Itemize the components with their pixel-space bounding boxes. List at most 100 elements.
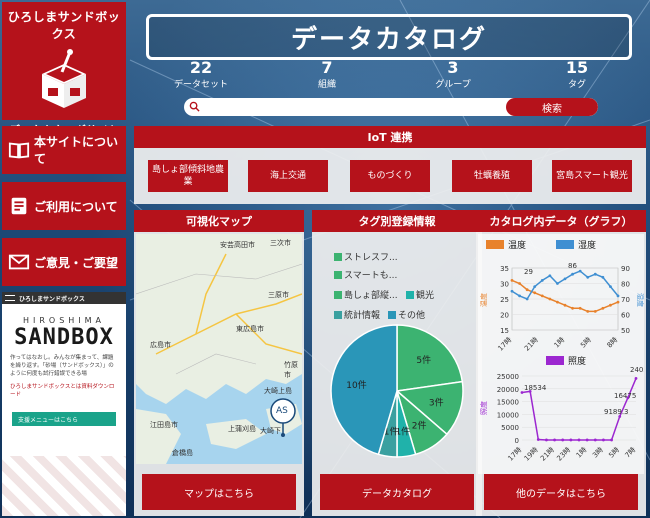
data-point: [593, 438, 597, 442]
legend-label: ストレスフ...: [344, 253, 398, 263]
legend-swatch: [556, 240, 574, 249]
pie-slice-label: 3件: [429, 397, 444, 409]
y2-tick-label: 60: [621, 312, 630, 320]
brand-block[interactable]: ひろしまサンドボックス データカタログサイト: [2, 2, 126, 137]
y-axis-label: 照度: [479, 401, 488, 415]
data-point: [553, 438, 556, 442]
map-label: 広島市: [150, 341, 171, 349]
promo-pattern: [2, 456, 126, 516]
header: データカタログ 22 データセット 7 組織 3 グループ 15 タグ 検索: [134, 6, 646, 120]
y2-tick-label: 80: [621, 281, 630, 289]
y-tick-label: 10000: [497, 411, 519, 419]
data-point: [533, 291, 537, 295]
legend-swatch: [334, 252, 342, 261]
iot-item-maritime-traffic[interactable]: 海上交通: [248, 160, 328, 192]
legend-swatch: [334, 270, 342, 279]
y2-axis-label: 湿度: [636, 293, 644, 307]
search-icon: [189, 101, 200, 112]
legend-swatch: [334, 290, 342, 299]
y-tick-label: 5000: [501, 424, 519, 432]
data-catalog-button[interactable]: データカタログ: [320, 474, 474, 510]
iot-item-oyster-farming[interactable]: 牡蠣養殖: [452, 160, 532, 192]
visualization-map[interactable]: 安芸高田市 三次市 東広島市 広島市 竹原市 三原市 江田島市 上蒲刈島 大崎下…: [136, 234, 302, 464]
map-marker-label: AS: [276, 406, 288, 416]
stat-datasets[interactable]: 22 データセット: [156, 58, 246, 90]
stat-label: タグ: [567, 80, 586, 90]
search-button[interactable]: 検索: [506, 98, 598, 116]
stat-label: データセット: [173, 80, 228, 90]
map-panel: 可視化マップ 安芸高田市 三次市 東広島市 広島市 竹原市 三原市 江田島市 上…: [134, 210, 304, 516]
data-point: [518, 282, 521, 285]
data-label: 16475: [614, 392, 636, 400]
legend-label: 島しょ部縦...: [344, 291, 398, 301]
stat-organizations[interactable]: 7 組織: [282, 58, 372, 90]
y-tick-label: 30: [500, 281, 509, 289]
iot-item-manufacturing[interactable]: ものづくり: [350, 160, 430, 192]
data-point: [578, 269, 582, 273]
other-data-button[interactable]: 他のデータはこちら: [484, 474, 638, 510]
sidebar-item-label: 本サイトについて: [34, 135, 119, 166]
sidebar: ひろしまサンドボックス データカタログサイト 本サイトについて ご利用について …: [0, 0, 128, 518]
data-point: [540, 294, 544, 298]
data-point: [571, 306, 574, 310]
sandbox-promo-banner[interactable]: ひろしまサンドボックス HIROSHIMA SANDBOX 作ってはなおし。みん…: [2, 292, 126, 516]
data-point: [525, 288, 529, 292]
legend-label: 観光: [416, 291, 435, 301]
pie-slice-label: 10件: [346, 379, 366, 391]
data-point: [585, 438, 589, 442]
promo-link[interactable]: ひろしまサンドボックスとは資料ダウンロード: [2, 382, 126, 398]
data-point: [563, 303, 567, 307]
data-point: [601, 306, 605, 310]
stat-number: 15: [565, 58, 589, 77]
legend-swatch: [388, 310, 396, 319]
sidebar-item-usage[interactable]: ご利用について: [2, 182, 126, 230]
brand-title: ひろしまサンドボックス: [7, 10, 121, 41]
stat-number: 7: [321, 58, 333, 77]
search-bar: 検索: [184, 98, 598, 116]
map-label: 上蒲刈島: [228, 425, 256, 433]
map-label: 安芸高田市: [220, 241, 255, 249]
data-label: 86: [568, 262, 577, 270]
tag-pie-chart[interactable]: 5件3件2件1件1件10件: [326, 320, 468, 462]
data-point: [548, 274, 552, 278]
promo-bar-label: ひろしまサンドボックス: [19, 295, 85, 303]
data-point: [593, 272, 597, 276]
data-point: [616, 300, 620, 304]
promo-sandbox-logo: SANDBOX: [14, 325, 114, 350]
promo-support-button[interactable]: 支援メニューはこちら: [12, 412, 116, 426]
document-icon: [11, 197, 27, 215]
pie-slice-label: 5件: [416, 354, 431, 366]
map-label: 三原市: [268, 291, 289, 299]
data-point: [518, 294, 521, 298]
data-point: [586, 310, 590, 313]
map-label: 東広島市: [236, 325, 264, 333]
search-input[interactable]: [184, 98, 506, 116]
legend-label: 照度: [568, 355, 586, 367]
legend-label: スマートも...: [344, 271, 398, 281]
map-label: 江田島市: [150, 421, 178, 429]
legend-item: スマートも...: [334, 268, 397, 281]
sidebar-item-about[interactable]: 本サイトについて: [2, 126, 126, 174]
data-point: [520, 391, 524, 394]
data-point: [569, 438, 573, 442]
iot-item-miyajima-tourism[interactable]: 宮島スマート観光: [552, 160, 632, 192]
map-label: 大崎上島: [264, 387, 292, 395]
sidebar-item-feedback[interactable]: ご意見・ご要望: [2, 238, 126, 286]
tag-panel: タグ別登録情報 ストレスフ... スマートも... 島しょ部縦... 観光 統計…: [312, 210, 482, 516]
legend-item: ストレスフ...: [334, 250, 398, 263]
map-marker-icon[interactable]: [268, 396, 298, 438]
data-point: [533, 285, 537, 288]
map-label: 三次市: [270, 239, 291, 247]
iot-item-island-farming[interactable]: 島しょ部傾斜地農業: [148, 160, 228, 192]
map-label: 倉橋島: [172, 449, 193, 457]
pie-slice-label: 2件: [412, 419, 427, 431]
stat-groups[interactable]: 3 グループ: [408, 58, 498, 90]
map-link-button[interactable]: マップはこちら: [142, 474, 296, 510]
data-point: [540, 279, 544, 282]
y-tick-label: 25000: [497, 373, 519, 381]
data-point: [571, 272, 574, 276]
map-label: 竹原市: [284, 361, 298, 379]
data-point: [634, 377, 638, 380]
stat-tags[interactable]: 15 タグ: [532, 58, 622, 90]
catalog-graphs[interactable]: 温度 湿度15202530355060708090温度 湿度298617時 21時 1時…: [478, 234, 644, 474]
